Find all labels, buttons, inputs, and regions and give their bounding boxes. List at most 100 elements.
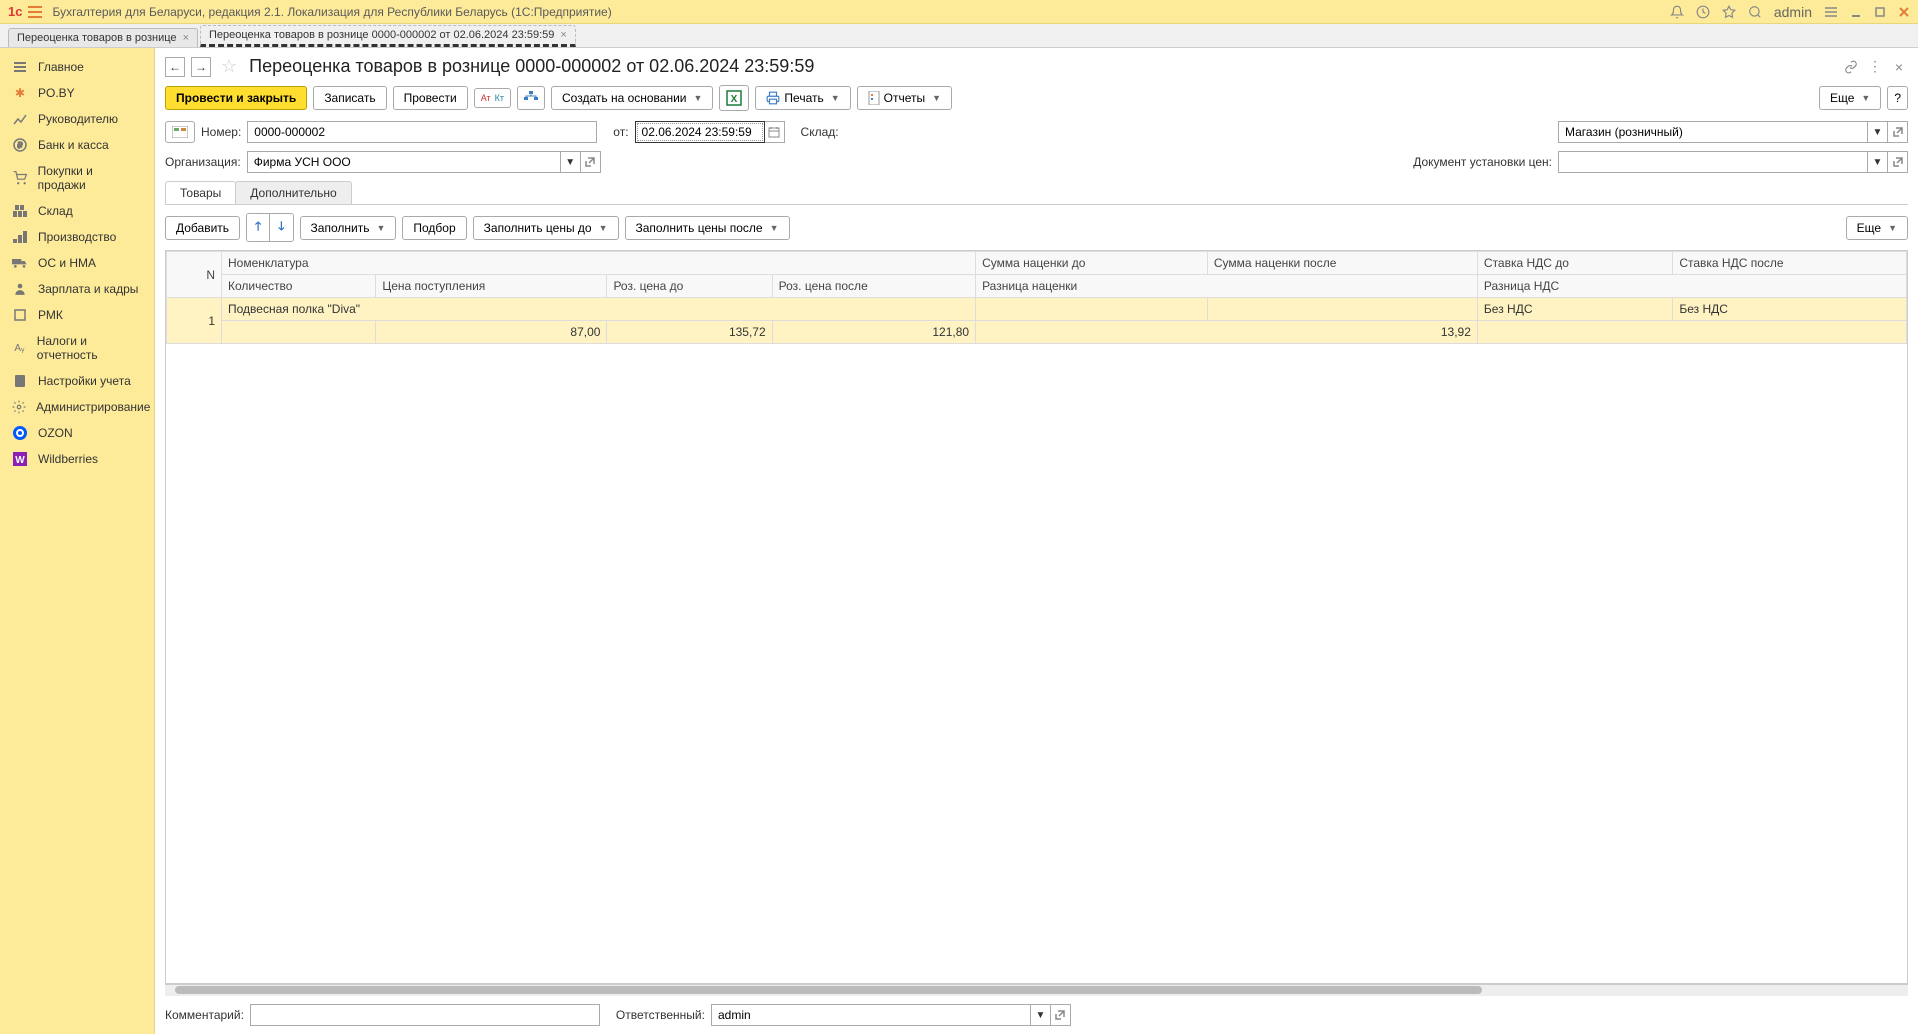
sidebar-item-hr[interactable]: Зарплата и кадры xyxy=(0,276,154,302)
sidebar-item-admin[interactable]: Администрирование xyxy=(0,394,154,420)
sidebar-item-manager[interactable]: Руководителю xyxy=(0,106,154,132)
back-button[interactable]: ← xyxy=(165,57,185,77)
settings-icon[interactable] xyxy=(1824,5,1838,19)
pricedoc-input[interactable] xyxy=(1558,151,1868,173)
responsible-input[interactable] xyxy=(711,1004,1031,1026)
minimize-icon[interactable] xyxy=(1850,6,1862,18)
goods-table[interactable]: N Номенклатура Сумма наценки до Сумма на… xyxy=(166,251,1907,344)
close-doc-icon[interactable]: × xyxy=(1890,58,1908,76)
svg-text:₽: ₽ xyxy=(17,141,22,150)
cell-vat-after: Без НДС xyxy=(1673,298,1907,321)
sidebar-item-rmk[interactable]: РМК xyxy=(0,302,154,328)
chevron-down-icon: ▼ xyxy=(1861,93,1870,103)
form-row-1: Номер: от: Склад: ▼ xyxy=(165,121,1908,143)
table-container: N Номенклатура Сумма наценки до Сумма на… xyxy=(165,250,1908,984)
comment-label: Комментарий: xyxy=(165,1008,244,1022)
close-icon[interactable]: × xyxy=(183,32,189,44)
dropdown-icon[interactable]: ▼ xyxy=(1031,1004,1051,1026)
sidebar-item-taxes[interactable]: AᵧНалоги и отчетность xyxy=(0,328,154,368)
sidebar-item-production[interactable]: Производство xyxy=(0,224,154,250)
tab-document[interactable]: Переоценка товаров в рознице 0000-000002… xyxy=(200,25,576,47)
sub-more-button[interactable]: Еще▼ xyxy=(1846,216,1908,240)
more-icon[interactable]: ⋮ xyxy=(1866,58,1884,76)
open-icon[interactable] xyxy=(1888,151,1908,173)
dropdown-icon[interactable]: ▼ xyxy=(1868,121,1888,143)
dropdown-icon[interactable]: ▼ xyxy=(1868,151,1888,173)
doc-header: ← → ☆ Переоценка товаров в рознице 0000-… xyxy=(165,56,1908,77)
calendar-icon[interactable] xyxy=(765,121,785,143)
link-icon[interactable] xyxy=(1842,58,1860,76)
mode-button[interactable] xyxy=(165,121,195,143)
user-label[interactable]: admin xyxy=(1774,4,1812,20)
sidebar-item-bank[interactable]: ₽Банк и касса xyxy=(0,132,154,158)
th-markup-before: Сумма наценки до xyxy=(976,252,1208,275)
add-button[interactable]: Добавить xyxy=(165,216,240,240)
sidebar-item-ozon[interactable]: OZON xyxy=(0,420,154,446)
content: ← → ☆ Переоценка товаров в рознице 0000-… xyxy=(155,48,1918,1034)
number-input[interactable] xyxy=(247,121,597,143)
poby-icon: ✱ xyxy=(12,86,28,100)
pick-button[interactable]: Подбор xyxy=(402,216,466,240)
star-icon[interactable] xyxy=(1722,5,1736,19)
warehouse-input[interactable] xyxy=(1558,121,1868,143)
sidebar-item-label: Администрирование xyxy=(36,400,150,414)
bell-icon[interactable] xyxy=(1670,5,1684,19)
reports-button[interactable]: Отчеты▼ xyxy=(857,86,952,110)
sidebar-item-wb[interactable]: WWildberries xyxy=(0,446,154,472)
save-button[interactable]: Записать xyxy=(313,86,386,110)
tab-list[interactable]: Переоценка товаров в рознице × xyxy=(8,28,198,47)
move-up-button[interactable]: 🡑 xyxy=(247,214,270,241)
open-icon[interactable] xyxy=(1888,121,1908,143)
move-down-button[interactable]: 🡓 xyxy=(270,214,292,241)
maximize-icon[interactable] xyxy=(1874,6,1886,18)
horizontal-scrollbar[interactable] xyxy=(165,984,1908,996)
create-based-button[interactable]: Создать на основании▼ xyxy=(551,86,713,110)
th-n: N xyxy=(167,252,222,298)
print-button[interactable]: Печать▼ xyxy=(755,86,850,110)
help-button[interactable]: ? xyxy=(1887,86,1908,110)
post-close-button[interactable]: Провести и закрыть xyxy=(165,86,307,110)
section-tabs: Товары Дополнительно xyxy=(165,181,1908,205)
table-row[interactable]: 87,00 135,72 121,80 13,92 xyxy=(167,321,1907,344)
main-menu-icon[interactable] xyxy=(28,6,42,18)
th-retail-before: Роз. цена до xyxy=(607,275,772,298)
forward-button[interactable]: → xyxy=(191,57,211,77)
sidebar-item-main[interactable]: Главное xyxy=(0,54,154,80)
factory-icon xyxy=(12,231,28,243)
cell-vat-before: Без НДС xyxy=(1477,298,1672,321)
more-button[interactable]: Еще▼ xyxy=(1819,86,1881,110)
sidebar-item-purchases[interactable]: Покупки и продажи xyxy=(0,158,154,198)
dtkt-button[interactable]: АтКт xyxy=(474,88,511,108)
tab-extra[interactable]: Дополнительно xyxy=(235,181,351,204)
excel-button[interactable]: X xyxy=(719,85,749,111)
post-button[interactable]: Провести xyxy=(393,86,468,110)
sidebar-item-poby[interactable]: ✱PO.BY xyxy=(0,80,154,106)
cell-markup-diff: 13,92 xyxy=(976,321,1478,344)
open-icon[interactable] xyxy=(581,151,601,173)
favorite-icon[interactable]: ☆ xyxy=(221,56,237,77)
close-icon[interactable]: × xyxy=(560,29,566,41)
search-icon[interactable] xyxy=(1748,5,1762,19)
history-icon[interactable] xyxy=(1696,5,1710,19)
table-row[interactable]: 1 Подвесная полка "Diva" Без НДС Без НДС xyxy=(167,298,1907,321)
comment-input[interactable] xyxy=(250,1004,600,1026)
fill-button[interactable]: Заполнить▼ xyxy=(300,216,397,240)
org-input[interactable] xyxy=(247,151,561,173)
sidebar-item-warehouse[interactable]: Склад xyxy=(0,198,154,224)
open-icon[interactable] xyxy=(1051,1004,1071,1026)
sidebar-item-settings[interactable]: Настройки учета xyxy=(0,368,154,394)
cell-qty xyxy=(222,321,376,344)
tab-goods[interactable]: Товары xyxy=(165,181,236,204)
close-window-icon[interactable] xyxy=(1898,6,1910,18)
structure-button[interactable] xyxy=(517,86,545,110)
fill-after-button[interactable]: Заполнить цены после▼ xyxy=(625,216,790,240)
date-input[interactable] xyxy=(635,121,765,143)
responsible-label: Ответственный: xyxy=(616,1008,705,1022)
sidebar-item-label: Руководителю xyxy=(38,112,118,126)
fill-before-button[interactable]: Заполнить цены до▼ xyxy=(473,216,619,240)
chevron-down-icon: ▼ xyxy=(694,93,703,103)
dropdown-icon[interactable]: ▼ xyxy=(561,151,581,173)
th-price-in: Цена поступления xyxy=(376,275,607,298)
sidebar-item-assets[interactable]: ОС и НМА xyxy=(0,250,154,276)
sidebar-item-label: Главное xyxy=(38,60,84,74)
